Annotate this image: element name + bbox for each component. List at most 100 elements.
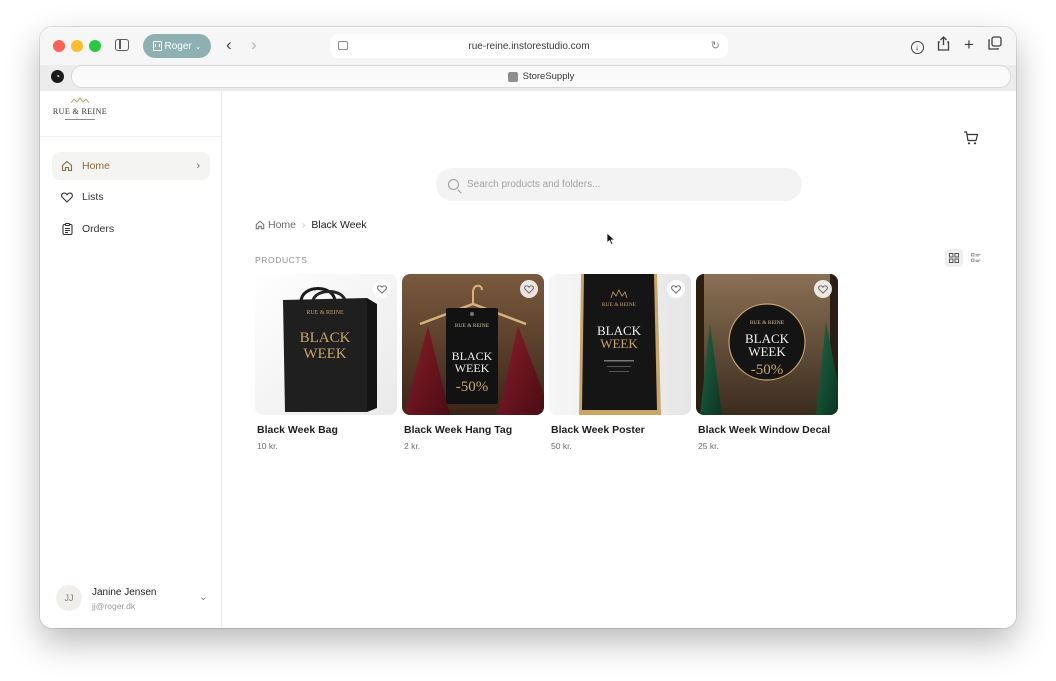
- browser-toolbar: Roger ⌄ ‹ › rue-reine.instorestudio.com …: [40, 27, 1016, 65]
- tab-group-icon[interactable]: ◔: [51, 70, 64, 83]
- sidebar-item-lists[interactable]: Lists: [52, 183, 210, 211]
- product-image[interactable]: RUE & REINE BLACK WEEK: [255, 274, 397, 415]
- avatar: JJ: [56, 585, 82, 611]
- favorite-button[interactable]: [373, 280, 391, 298]
- heart-icon: [671, 284, 681, 294]
- main-content: Search products and folders... Home › Bl…: [223, 91, 1016, 628]
- heart-icon: [524, 284, 534, 294]
- sidebar-item-home[interactable]: Home ›: [52, 152, 210, 180]
- minimize-window-button[interactable]: [71, 40, 83, 52]
- download-icon: ↓: [910, 41, 924, 54]
- profile-label: Roger: [164, 40, 192, 52]
- breadcrumb-home[interactable]: Home: [255, 219, 296, 231]
- tab-title: StoreSupply: [522, 71, 575, 82]
- mouse-cursor-icon: [606, 232, 616, 246]
- back-button[interactable]: ‹: [226, 36, 232, 54]
- logo-wordmark: RUE & REINE: [52, 107, 108, 116]
- product-name[interactable]: Black Week Bag: [255, 424, 397, 436]
- logo-rule: [65, 119, 95, 120]
- forward-button[interactable]: ›: [251, 36, 257, 54]
- share-icon: [937, 36, 949, 51]
- heart-icon: [377, 284, 387, 294]
- chevron-down-icon: ⌄: [198, 591, 208, 603]
- breadcrumb-home-label: Home: [268, 219, 297, 231]
- chevron-right-icon: ›: [196, 160, 200, 172]
- building-icon: [152, 41, 162, 51]
- product-image[interactable]: RUE & REINE BLACK WEEK: [549, 274, 691, 415]
- product-image[interactable]: RUE & REINE BLACK WEEK -50%: [402, 274, 544, 415]
- new-tab-button[interactable]: +: [960, 36, 978, 54]
- grid-icon: [949, 253, 959, 263]
- product-name[interactable]: Black Week Poster: [549, 424, 691, 436]
- search-icon: [448, 179, 459, 190]
- sidebar-item-orders[interactable]: Orders: [52, 215, 210, 243]
- favorite-button[interactable]: [667, 280, 685, 298]
- poster-line2-text: WEEK: [600, 336, 638, 351]
- close-window-button[interactable]: [53, 40, 65, 52]
- breadcrumb-current: Black Week: [311, 219, 367, 231]
- poster-brand-text: RUE & REINE: [602, 302, 637, 308]
- tab-storesupply[interactable]: StoreSupply: [72, 66, 1010, 87]
- search-input[interactable]: Search products and folders...: [467, 179, 600, 190]
- product-card[interactable]: RUE & REINE BLACK WEEK -50% Black Week W…: [696, 274, 838, 451]
- sidebar-item-label: Home: [82, 160, 111, 172]
- tabs-icon: [988, 36, 1002, 50]
- downloads-button[interactable]: ↓: [908, 36, 926, 54]
- tab-overview-button[interactable]: [986, 36, 1004, 54]
- heart-icon: [61, 191, 73, 203]
- reload-icon[interactable]: ↻: [711, 39, 720, 52]
- product-card[interactable]: RUE & REINE BLACK WEEK Black Week Poster…: [549, 274, 691, 451]
- chevron-right-icon: ›: [302, 219, 306, 231]
- product-card[interactable]: RUE & REINE BLACK WEEK -50% Black Week H…: [402, 274, 544, 451]
- product-price: 25 kr.: [698, 441, 719, 451]
- product-image[interactable]: RUE & REINE BLACK WEEK -50%: [696, 274, 838, 415]
- breadcrumb: Home › Black Week: [255, 219, 367, 231]
- house-icon: [61, 160, 73, 172]
- address-bar[interactable]: rue-reine.instorestudio.com ↻: [330, 34, 728, 58]
- bag-line1-text: BLACK: [300, 330, 351, 346]
- user-name: Janine Jensen: [92, 587, 157, 598]
- tab-bar: ◔ StoreSupply: [40, 65, 1016, 91]
- bag-brand-text: RUE & REINE: [306, 310, 344, 316]
- product-price: 10 kr.: [257, 441, 278, 451]
- cart-icon: [964, 131, 979, 145]
- tag-brand-text: RUE & REINE: [455, 323, 490, 329]
- favorite-button[interactable]: [814, 280, 832, 298]
- divider: [40, 136, 222, 137]
- favicon-icon: [507, 71, 518, 82]
- cart-button[interactable]: [963, 130, 979, 146]
- chevron-down-icon: ⌄: [194, 41, 202, 51]
- product-name[interactable]: Black Week Hang Tag: [402, 424, 544, 436]
- app-sidebar: RUE & REINE Home › Lists Orders JJ Janin…: [40, 91, 222, 628]
- heart-icon: [818, 284, 828, 294]
- profile-switcher-button[interactable]: Roger ⌄: [143, 34, 211, 58]
- tag-discount-text: -50%: [456, 379, 489, 395]
- user-email: jj@roger.dk: [92, 601, 136, 611]
- page-menu-icon[interactable]: [338, 41, 348, 50]
- sidebar-item-label: Lists: [82, 191, 104, 203]
- bag-line2-text: WEEK: [303, 346, 346, 362]
- product-price: 2 kr.: [404, 441, 421, 451]
- section-heading: PRODUCTS: [255, 255, 308, 265]
- tag-line2-text: WEEK: [455, 361, 490, 375]
- decal-discount-text: -50%: [751, 362, 784, 378]
- product-price: 50 kr.: [551, 441, 572, 451]
- url-text: rue-reine.instorestudio.com: [468, 40, 590, 52]
- list-view-button[interactable]: [967, 249, 985, 267]
- browser-window: Roger ⌄ ‹ › rue-reine.instorestudio.com …: [40, 27, 1016, 628]
- zoom-window-button[interactable]: [89, 40, 101, 52]
- clipboard-icon: [61, 223, 73, 235]
- house-icon: [255, 220, 265, 230]
- product-card[interactable]: RUE & REINE BLACK WEEK Black Week Bag 10…: [255, 274, 397, 451]
- favorite-button[interactable]: [520, 280, 538, 298]
- list-icon: [971, 253, 981, 262]
- sidebar-toggle-icon[interactable]: [115, 39, 129, 51]
- crown-icon: [70, 97, 90, 104]
- product-name[interactable]: Black Week Window Decal: [696, 424, 838, 436]
- user-menu[interactable]: JJ Janine Jensen jj@roger.dk ⌄: [56, 581, 208, 615]
- brand-logo[interactable]: RUE & REINE: [40, 97, 120, 120]
- decal-line2-text: WEEK: [748, 344, 786, 359]
- share-button[interactable]: [934, 36, 952, 55]
- grid-view-button[interactable]: [945, 249, 963, 267]
- search-bar[interactable]: Search products and folders...: [436, 168, 802, 201]
